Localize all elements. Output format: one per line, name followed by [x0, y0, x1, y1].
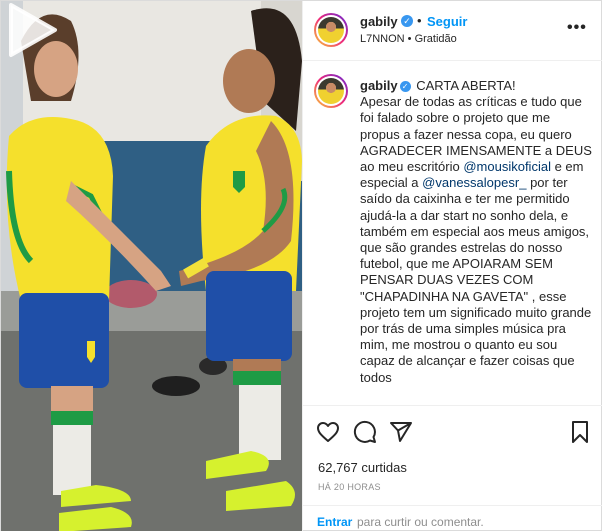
- mention-vanessalopesr[interactable]: @vanessalopesr_: [422, 175, 526, 190]
- bookmark-icon[interactable]: [568, 420, 592, 444]
- caption-verified-icon: ✓: [399, 81, 411, 92]
- caption-avatar[interactable]: [314, 74, 348, 108]
- caption-line-1: CARTA ABERTA!: [416, 78, 516, 93]
- follow-button[interactable]: Seguir: [427, 14, 467, 29]
- video-frame-illustration: [1, 1, 302, 531]
- caption-username[interactable]: gabily: [360, 78, 398, 93]
- more-options-icon[interactable]: •••: [567, 19, 587, 37]
- header-separator: •: [417, 13, 422, 28]
- user-avatar[interactable]: [314, 13, 348, 47]
- comment-icon[interactable]: [353, 420, 377, 444]
- login-link[interactable]: Entrar: [317, 515, 352, 529]
- comment-bar: Entrar para curtir ou comentar.: [303, 505, 602, 531]
- post-timestamp[interactable]: HÁ 20 HORAS: [318, 482, 381, 492]
- instagram-post-frame: gabily ✓ • Seguir L7NNON • Gratidão ••• …: [0, 0, 602, 531]
- post-header: gabily ✓ • Seguir L7NNON • Gratidão •••: [303, 1, 602, 61]
- comment-prompt: para curtir ou comentar.: [357, 515, 484, 529]
- post-caption: gabily ✓ CARTA ABERTA! Apesar de todas as…: [303, 62, 602, 404]
- post-side-panel: gabily ✓ • Seguir L7NNON • Gratidão ••• …: [302, 1, 602, 531]
- caption-text: gabily ✓ CARTA ABERTA! Apesar de todas as…: [360, 78, 592, 386]
- caption-body-3: por ter saído da caixinha e ter me permi…: [360, 175, 592, 385]
- verified-badge-icon: ✓: [401, 15, 413, 27]
- share-icon[interactable]: [389, 420, 413, 444]
- mention-mousikoficial[interactable]: @mousikoficial: [463, 159, 551, 174]
- audio-label[interactable]: L7NNON • Gratidão: [360, 33, 457, 45]
- play-icon[interactable]: [1, 1, 59, 59]
- view-count[interactable]: 62,767 curtidas: [318, 460, 407, 475]
- post-video[interactable]: [1, 1, 302, 531]
- heart-icon[interactable]: [316, 420, 340, 444]
- username-link[interactable]: gabily: [360, 14, 398, 29]
